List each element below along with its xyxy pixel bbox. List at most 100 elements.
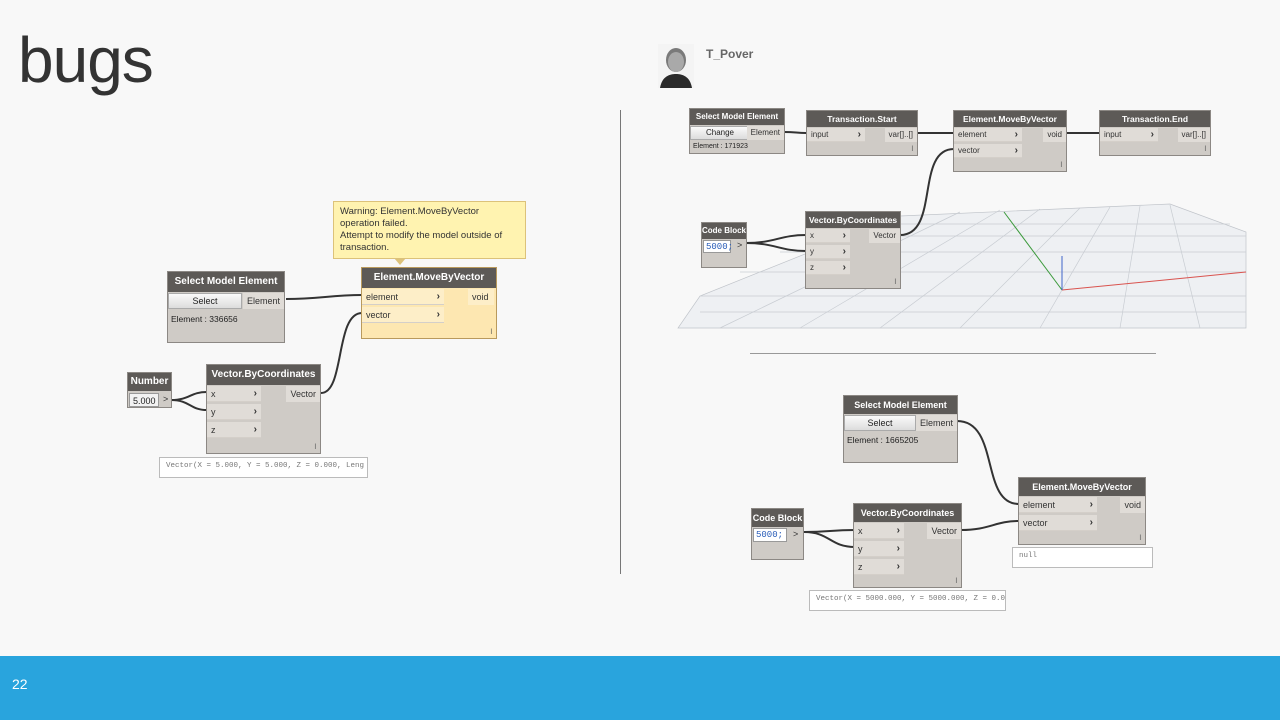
- x-input-port[interactable]: x ›: [806, 229, 850, 243]
- chevron-right-icon: ›: [253, 406, 257, 417]
- x-input-port[interactable]: x ›: [207, 386, 261, 402]
- port-label: y: [211, 407, 216, 417]
- transaction-start-node[interactable]: Transaction.Start input › var[]..[] l: [806, 110, 918, 156]
- y-input-port[interactable]: y ›: [806, 245, 850, 259]
- chevron-right-icon: ›: [842, 230, 846, 241]
- lacing-indicator: l: [1060, 162, 1062, 169]
- port-label: z: [810, 263, 814, 272]
- chevron-right-icon: ›: [253, 388, 257, 399]
- code-input[interactable]: 5000;: [703, 240, 733, 253]
- z-input-port[interactable]: z ›: [854, 559, 904, 575]
- node-title: Element.MoveByVector: [1019, 478, 1145, 496]
- vector-input-port[interactable]: vector ›: [954, 144, 1022, 158]
- warning-line-2: Attempt to modify the model outside of t…: [340, 230, 503, 253]
- element-input-port[interactable]: element ›: [362, 289, 444, 305]
- vector-input-port[interactable]: vector ›: [362, 307, 444, 323]
- chevron-right-icon: ›: [896, 543, 900, 554]
- chevron-right-icon: ›: [1014, 145, 1018, 156]
- element-id: Element : 1665205: [847, 435, 919, 445]
- select-model-element-node[interactable]: Select Model Element Select Element Elem…: [167, 271, 285, 343]
- void-output-port[interactable]: void: [1120, 497, 1145, 513]
- node-title: Transaction.End: [1100, 111, 1210, 127]
- chevron-right-icon: ›: [857, 129, 861, 140]
- select-button[interactable]: Select: [168, 293, 242, 309]
- element-output-port[interactable]: Element: [746, 126, 784, 140]
- vector-by-coordinates-node[interactable]: Vector.ByCoordinates x › Vector y › z › l: [206, 364, 321, 454]
- number-node[interactable]: Number 5.000 >: [127, 372, 172, 408]
- chevron-right-icon: ›: [896, 561, 900, 572]
- background-3d-grid: [677, 203, 1247, 329]
- rt-vector-by-coordinates-node[interactable]: Vector.ByCoordinates x › Vector y › z › l: [805, 211, 901, 289]
- element-output-port[interactable]: Element: [242, 293, 284, 309]
- port-label: y: [858, 544, 863, 554]
- var-output-port[interactable]: var[]..[]: [884, 128, 917, 142]
- warning-line-1: Warning: Element.MoveByVector operation …: [340, 206, 480, 229]
- z-input-port[interactable]: z ›: [806, 261, 850, 275]
- element-input-port[interactable]: element ›: [1019, 497, 1097, 513]
- chevron-right-icon: ›: [1150, 129, 1154, 140]
- chevron-right-icon: ›: [842, 246, 846, 257]
- rb-move-by-vector-node[interactable]: Element.MoveByVector element › void vecto…: [1018, 477, 1146, 545]
- change-button[interactable]: Change: [690, 126, 750, 140]
- select-button[interactable]: Select: [844, 415, 916, 431]
- element-id: Element : 336656: [171, 314, 238, 324]
- port-label: x: [858, 526, 863, 536]
- node-title: Vector.ByCoordinates: [207, 365, 320, 385]
- x-input-port[interactable]: x ›: [854, 523, 904, 539]
- void-output-port[interactable]: void: [468, 289, 494, 305]
- code-output-port[interactable]: >: [737, 240, 742, 250]
- rb-vector-by-coordinates-node[interactable]: Vector.ByCoordinates x › Vector y › z › l: [853, 503, 962, 588]
- chevron-right-icon: ›: [842, 262, 846, 273]
- chevron-right-icon: ›: [1014, 129, 1018, 140]
- port-label: z: [211, 425, 216, 435]
- rb-code-block-node[interactable]: Code Block 5000; >: [751, 508, 804, 560]
- void-output-port[interactable]: void: [1043, 128, 1066, 142]
- node-title: Code Block: [752, 509, 803, 527]
- element-input-port[interactable]: element ›: [954, 128, 1022, 142]
- code-input[interactable]: 5000;: [753, 528, 787, 542]
- footer-bar: 22: [0, 656, 1280, 720]
- number-output-port[interactable]: >: [163, 394, 168, 404]
- y-input-port[interactable]: y ›: [207, 404, 261, 420]
- null-preview-bubble: null: [1012, 547, 1153, 568]
- username: T_Pover: [706, 47, 754, 61]
- node-title: Select Model Element: [168, 272, 284, 292]
- lacing-indicator: l: [314, 444, 316, 451]
- chevron-right-icon: ›: [896, 525, 900, 536]
- chevron-right-icon: ›: [436, 291, 440, 302]
- rb-select-model-element-node[interactable]: Select Model Element Select Element Elem…: [843, 395, 958, 463]
- chevron-right-icon: ›: [436, 309, 440, 320]
- rt-code-block-node[interactable]: Code Block 5000; >: [701, 222, 747, 268]
- lacing-indicator: l: [1204, 146, 1206, 153]
- vector-output-port[interactable]: Vector: [927, 523, 961, 539]
- port-label: vector: [958, 146, 980, 155]
- vector-input-port[interactable]: vector ›: [1019, 515, 1097, 531]
- rt-move-by-vector-node[interactable]: Element.MoveByVector element › void vecto…: [953, 110, 1067, 172]
- rt-select-model-element-node[interactable]: Select Model Element Change Element Elem…: [689, 108, 785, 154]
- input-port[interactable]: input ›: [807, 128, 865, 142]
- code-output-port[interactable]: >: [793, 529, 798, 539]
- vector-output-port[interactable]: Vector: [286, 386, 320, 402]
- node-title: Select Model Element: [690, 109, 784, 125]
- move-by-vector-node[interactable]: Element.MoveByVector element › void vecto…: [361, 267, 497, 339]
- vector-preview-bubble: Vector(X = 5.000, Y = 5.000, Z = 0.000, …: [159, 457, 368, 478]
- port-label: vector: [366, 310, 391, 320]
- lacing-indicator: l: [911, 146, 913, 153]
- transaction-end-node[interactable]: Transaction.End input › var[]..[] l: [1099, 110, 1211, 156]
- lacing-indicator: l: [894, 279, 896, 286]
- port-label: z: [858, 562, 863, 572]
- node-title: Vector.ByCoordinates: [854, 504, 961, 522]
- element-output-port[interactable]: Element: [915, 415, 957, 431]
- var-output-port[interactable]: var[]..[]: [1177, 128, 1210, 142]
- port-label: vector: [1023, 518, 1048, 528]
- input-port[interactable]: input ›: [1100, 128, 1158, 142]
- z-input-port[interactable]: z ›: [207, 422, 261, 438]
- number-input[interactable]: 5.000: [129, 393, 159, 407]
- y-input-port[interactable]: y ›: [854, 541, 904, 557]
- horizontal-divider: [750, 353, 1156, 354]
- node-title: Select Model Element: [844, 396, 957, 414]
- port-label: input: [1104, 130, 1122, 139]
- node-title: Element.MoveByVector: [362, 268, 496, 288]
- vector-output-port[interactable]: Vector: [869, 229, 900, 243]
- node-title: Vector.ByCoordinates: [806, 212, 900, 228]
